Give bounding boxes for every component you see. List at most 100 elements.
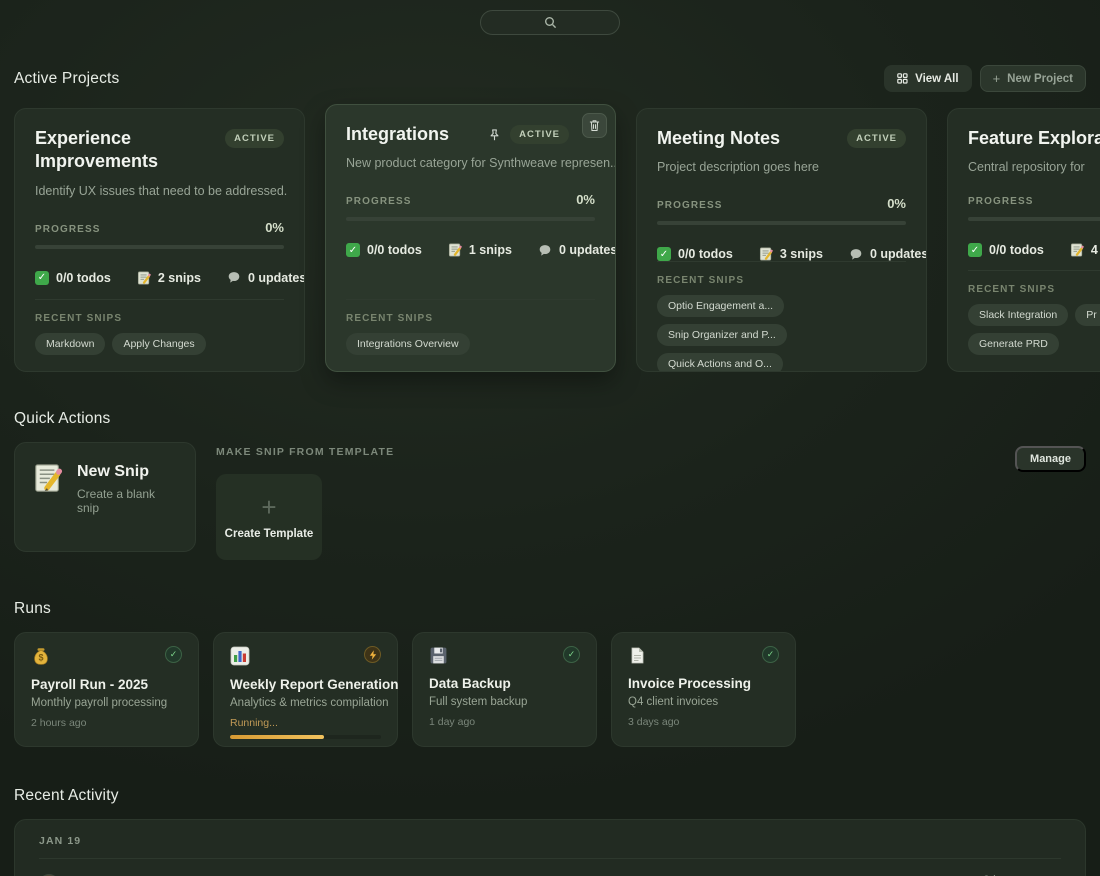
run-title: Invoice Processing [628,676,779,691]
check-circle-icon: ✓ [165,646,182,663]
run-title: Payroll Run - 2025 [31,677,182,692]
progress-bar [968,217,1100,221]
money-bag-icon: $ [31,646,51,666]
progress-bar [657,221,906,225]
document-icon [628,646,646,665]
run-card-weekly-report[interactable]: Weekly Report Generation Analytics & met… [213,632,398,747]
progress-label: PROGRESS [968,196,1033,207]
recent-snips-label: RECENT SNIPS [657,275,906,286]
checkbox-icon: ✓ [657,247,671,261]
quick-actions-row: New Snip Create a blank snip MAKE SNIP F… [14,442,1086,560]
grid-icon [897,73,908,84]
project-description: Project description goes here [657,159,906,176]
progress-value: 0% [265,220,284,235]
progress-bar [346,217,595,221]
status-badge: ACTIVE [225,129,284,148]
status-badge: ACTIVE [510,125,569,144]
project-title: Feature Explora [968,127,1100,150]
run-card-payroll[interactable]: $ ✓ Payroll Run - 2025 Monthly payroll p… [14,632,199,747]
run-card-invoice-processing[interactable]: ✓ Invoice Processing Q4 client invoices … [611,632,796,747]
todos-stat: ✓ 0/0 todos [968,243,1044,257]
project-card-feature-exploration[interactable]: Feature Explora Central repository for P… [947,108,1100,372]
checkbox-icon: ✓ [346,243,360,257]
project-description: New product category for Synthweave repr… [346,155,595,172]
snip-chip[interactable]: Optio Engagement a... [657,295,784,317]
todos-stat: ✓ 0/0 todos [657,247,733,261]
new-project-button[interactable]: + New Project [980,65,1086,92]
snip-chip[interactable]: Snip Organizer and P... [657,324,787,346]
runs-title: Runs [14,600,51,618]
run-progress-fill [230,735,324,739]
create-template-button[interactable]: + Create Template [216,474,322,560]
project-card-integrations[interactable]: Integrations ACTIVE New product category… [325,104,616,372]
run-subtitle: Monthly payroll processing [31,697,182,709]
pin-icon[interactable] [488,128,501,142]
recent-activity-card: JAN 19 Brian created a snip Product Disc… [14,819,1086,876]
run-card-data-backup[interactable]: ✓ Data Backup Full system backup 1 day a… [412,632,597,747]
snip-chip[interactable]: Quick Actions and O... [657,353,783,372]
plus-icon: + [261,494,276,520]
snip-chip[interactable]: Integrations Overview [346,333,470,355]
activity-timestamp: 3d ago [983,872,1017,876]
view-all-button[interactable]: View All [884,65,971,92]
checkbox-icon: ✓ [35,271,49,285]
speech-bubble-icon [849,248,863,261]
run-title: Data Backup [429,676,580,691]
new-snip-title: New Snip [77,463,177,481]
run-timestamp: 1 day ago [429,716,580,728]
floppy-disk-icon [429,646,448,665]
runs-header: Runs [14,600,1086,618]
progress-label: PROGRESS [657,200,722,211]
project-card-meeting-notes[interactable]: Meeting Notes ACTIVE Project description… [636,108,927,372]
recent-activity-title: Recent Activity [14,787,119,805]
trash-icon [589,119,600,132]
activity-entry: Brian created a snip Product Discussion:… [39,872,1061,876]
project-description: Identify UX issues that need to be addre… [35,183,284,200]
progress-bar [35,245,284,249]
check-circle-icon: ✓ [563,646,580,663]
recent-snips-label: RECENT SNIPS [968,284,1100,295]
run-timestamp: 2 hours ago [31,717,182,729]
memo-pencil-icon [33,463,63,531]
run-status-text: Running... [230,717,381,729]
create-template-label: Create Template [225,528,314,540]
lightning-icon [364,646,381,663]
divider [39,858,1061,859]
manage-button[interactable]: Manage [1015,446,1086,472]
snip-chip[interactable]: Pr [1075,304,1100,326]
recent-snips-label: RECENT SNIPS [35,313,284,324]
run-subtitle: Full system backup [429,696,580,708]
memo-icon [759,247,773,261]
new-snip-button[interactable]: New Snip Create a blank snip [14,442,196,552]
speech-bubble-icon [538,244,552,257]
progress-label: PROGRESS [346,196,411,207]
quick-actions-title: Quick Actions [14,410,111,428]
snips-stat: 1 snips [448,243,512,257]
project-card-experience-improvements[interactable]: Experience Improvements ACTIVE Identify … [14,108,305,372]
memo-icon [448,243,462,257]
search-input[interactable] [480,10,620,35]
snip-chip[interactable]: Generate PRD [968,333,1059,355]
memo-icon [1070,243,1084,257]
updates-stat: 0 updates [227,271,305,285]
snip-chip[interactable]: Apply Changes [112,333,205,355]
plus-icon: + [993,72,1001,85]
project-title: Meeting Notes [657,127,780,150]
runs-row: $ ✓ Payroll Run - 2025 Monthly payroll p… [14,632,1086,747]
snips-stat: 3 snips [759,247,823,261]
active-projects-header: Active Projects View All + New Project [14,65,1086,92]
activity-date-label: JAN 19 [39,835,1061,847]
active-projects-title: Active Projects [14,70,120,88]
run-subtitle: Q4 client invoices [628,696,779,708]
progress-label: PROGRESS [35,224,100,235]
project-cards-row: Experience Improvements ACTIVE Identify … [14,108,1086,372]
snips-stat: 2 snips [137,271,201,285]
delete-project-button[interactable] [582,113,607,138]
progress-value: 0% [887,196,906,211]
snip-chip[interactable]: Markdown [35,333,105,355]
memo-icon [137,271,151,285]
svg-text:$: $ [38,652,43,662]
run-progress-bar [230,735,381,739]
snip-chip[interactable]: Slack Integration [968,304,1068,326]
updates-stat: 0 updates [849,247,927,261]
